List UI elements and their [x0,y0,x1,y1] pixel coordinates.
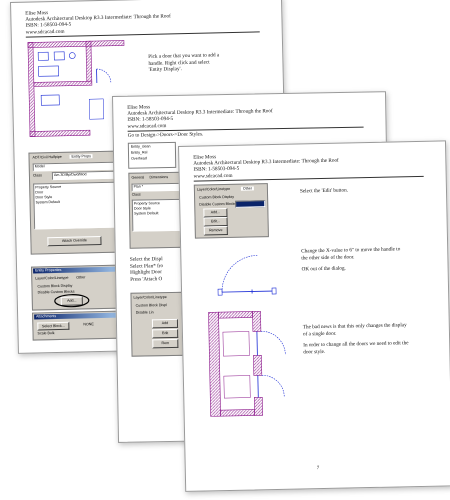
highlight-ellipse [54,294,90,308]
property-source-list[interactable]: Property Source Door Door Style System D… [33,181,121,230]
custom-block-group: Custom Block Displ [135,303,167,308]
list-item[interactable]: Door Style [134,206,151,210]
entity-other-dialog: Layer/Color/Linetype Other Custom Block … [193,183,269,239]
disable-checkbox[interactable]: Disable Lin [136,310,154,314]
list-item[interactable]: Door Style [35,195,52,199]
instruction-line: 'Entity Display'. [148,66,182,74]
menu-item[interactable]: Entity_Rel [131,150,147,154]
entity-display-dialog: ADT/Civil Halfpipe Entity Props Model Cl… [28,150,125,255]
class-label: Class [32,173,42,178]
disable-custom-blocks-checkbox[interactable]: Disable Custom Blocks [199,202,236,207]
door-plan-figure [208,311,286,417]
tab-general[interactable]: General [131,175,144,179]
dialog-tab-halfpipe[interactable]: ADT/Civil Halfpipe [32,155,61,160]
tab-dimensions[interactable]: Dimensions [149,175,168,179]
class-label: Class [131,192,141,197]
add-button[interactable]: Add [151,318,179,329]
select-edit-text: Select the 'Edit' button. [299,187,349,195]
block-name-value: NONE [83,322,94,327]
select-block-button[interactable]: Select Block... [37,321,70,331]
dialog-tab-entity-props[interactable]: Entity Props [69,154,93,159]
bad-news-line: of a single door. [302,330,337,338]
menu-item[interactable]: Entity_clean [131,144,151,148]
list-item[interactable]: Door [35,190,43,194]
page-number: 7 [316,466,320,472]
page2-body: Select the Displ Select Plan* fro Highli… [130,256,164,283]
plan-label: Plan * [133,184,144,189]
class-dropdown[interactable]: Am.3D/Bp/Dwd/Mod [51,170,120,181]
list-item[interactable]: Property Source [134,201,160,205]
in-order-text: In order to change all the doors we need… [303,340,409,355]
class-value: Am.3D/Bp/Dwd/Mod [53,172,87,178]
menu-item[interactable]: Overhead [131,156,147,160]
tab-other[interactable]: Other [76,275,85,279]
ok-text: OK out of the dialog. [301,265,346,273]
display-rep-field[interactable]: Plan * [131,182,180,192]
page-header: Elise Moss Autodesk Architectural Deskto… [193,152,339,180]
property-source-list[interactable]: Property Source Door Style System Defaul… [131,198,181,232]
remove-button[interactable]: Rem [152,338,179,349]
list-item[interactable]: System Default [134,211,158,215]
tab-layer-color[interactable]: Layer/Color/Linetype [197,187,230,192]
attachments-panel: Attachments Select Block... NONE Scale B… [32,310,127,341]
remove-button[interactable]: Remove [203,225,228,236]
tab-other[interactable]: Other [240,186,254,191]
entity-properties-panel: Entity Properties Layer/Color/Linetype O… [31,264,126,311]
bad-news-text: The bad news is that this only changes t… [303,322,407,337]
tab-layer-color[interactable]: Layer/Color/Linetype [133,295,166,300]
scale-label: Scale Bulk [37,331,55,336]
change-line: the other side of the door. [301,253,355,262]
page-header: Elise Moss Autodesk Architectural Deskto… [25,7,171,35]
body-line: Press 'Attach O [130,275,163,283]
tab-layer-color[interactable]: Layer/Color/Linetype [35,276,68,281]
model-label: Model [34,164,45,169]
custom-block-group: Custom Block Display [199,194,235,200]
change-x-text: Change the X-value to 6" to move the han… [301,246,400,261]
edit-button[interactable]: Edit [152,328,179,339]
page-header: Elise Moss Autodesk Architectural Deskto… [127,102,273,129]
list-item[interactable]: Property Source [35,185,61,190]
door-style-dialog: General Dimensions Plan * Class Property… [128,171,184,249]
door-styles-menu: Entity_clean Entity_Rel Overhead [127,141,177,169]
document-page-3: Elise Moss Autodesk Architectural Deskto… [178,140,450,492]
selected-block-highlight[interactable] [235,200,266,208]
panel-titlebar: Entity Properties [33,266,124,274]
custom-block-group: Custom Block Display [37,283,73,289]
attachments-titlebar: Attachments [34,312,125,320]
in-order-line: door style. [303,348,326,356]
page1-instruction: Pick a door that you want to add a handl… [148,52,219,73]
list-item[interactable]: System Default [36,200,60,205]
attach-override-button[interactable]: Attach Override [47,235,102,247]
page2-instruction: Go to Design->Doors->Door Styles. [127,131,204,139]
door-handle-figure [217,255,277,296]
